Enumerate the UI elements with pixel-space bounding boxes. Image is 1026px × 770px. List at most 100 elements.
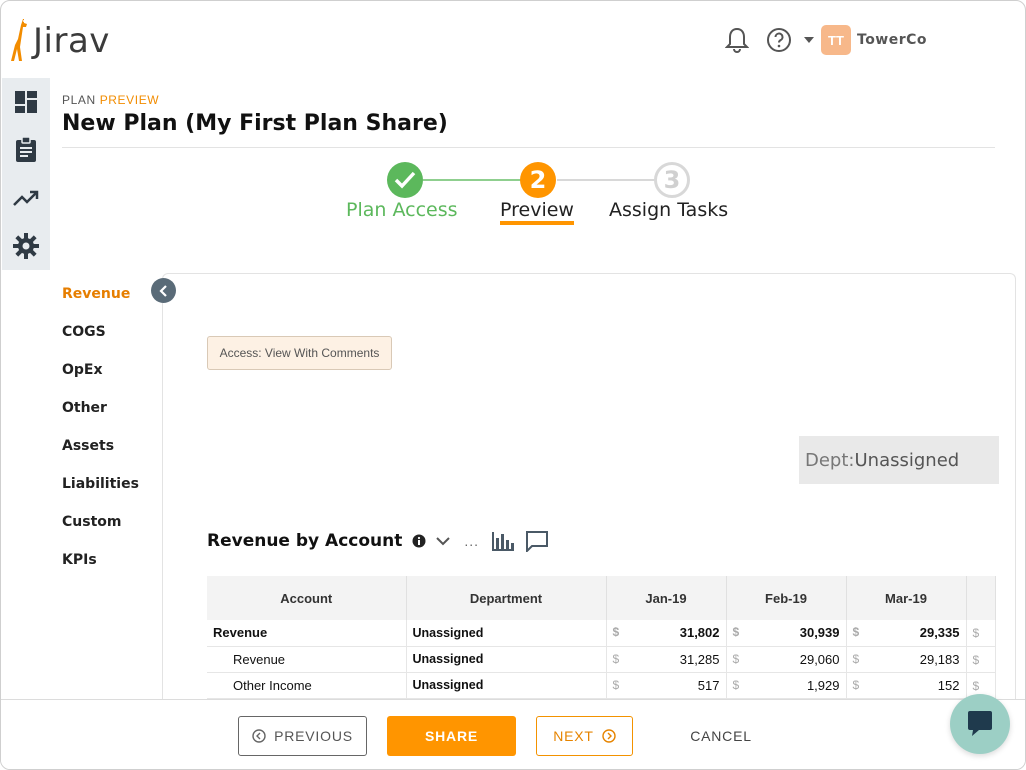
comment-icon[interactable] <box>525 530 549 552</box>
table-header-row: Account Department Jan-19 Feb-19 Mar-19 <box>207 576 996 620</box>
currency-symbol: $ <box>612 677 620 692</box>
value-cell[interactable]: $29,335 <box>846 620 967 647</box>
revenue-table: Account Department Jan-19 Feb-19 Mar-19 … <box>207 576 996 699</box>
value-text: 1,929 <box>806 677 840 693</box>
more-options[interactable]: ... <box>464 533 479 549</box>
column-header-overflow <box>966 576 996 620</box>
category-other[interactable]: Other <box>62 399 139 437</box>
currency-symbol: $ <box>852 651 860 666</box>
clipboard-icon <box>16 137 36 162</box>
table-row[interactable]: Revenue Unassigned $31,802 $30,939 $29,3… <box>207 620 996 647</box>
checkmark-icon <box>394 171 416 189</box>
value-text: 31,802 <box>679 625 720 641</box>
breadcrumb-prefix: PLAN <box>62 93 96 107</box>
category-assets[interactable]: Assets <box>62 437 139 475</box>
category-revenue[interactable]: Revenue <box>62 285 139 323</box>
currency-symbol: $ <box>732 625 740 640</box>
next-button[interactable]: NEXT <box>536 716 633 756</box>
step-2-label[interactable]: Preview <box>500 199 574 225</box>
share-button[interactable]: SHARE <box>387 716 516 756</box>
step-3-pending[interactable]: 3 <box>654 162 690 198</box>
bar-chart-icon[interactable] <box>491 530 515 552</box>
next-label: NEXT <box>553 728 594 744</box>
table-row[interactable]: Other Income Unassigned $517 $1,929 $152… <box>207 672 996 699</box>
category-cogs[interactable]: COGS <box>62 323 139 361</box>
step-1-complete[interactable] <box>387 162 423 198</box>
value-text: 30,939 <box>799 625 840 641</box>
value-text: 517 <box>697 677 720 693</box>
currency-symbol: $ <box>972 652 980 667</box>
chat-icon <box>968 711 992 736</box>
value-cell[interactable]: $152 <box>846 672 967 699</box>
currency-symbol: $ <box>612 625 620 640</box>
value-cell[interactable]: $1,929 <box>726 672 847 699</box>
collapse-nav-button[interactable] <box>151 278 176 303</box>
overflow-cell: $ <box>966 620 996 647</box>
cancel-button[interactable]: CANCEL <box>681 716 761 756</box>
value-text: 29,335 <box>919 625 960 641</box>
value-text: 152 <box>937 677 960 693</box>
category-kpis[interactable]: KPIs <box>62 551 139 589</box>
value-cell[interactable]: $30,939 <box>726 620 847 647</box>
currency-symbol: $ <box>732 651 740 666</box>
dept-filter[interactable]: Dept: Unassigned <box>799 436 999 484</box>
chevron-left-icon <box>158 284 167 297</box>
value-cell[interactable]: $31,802 <box>606 620 727 647</box>
dept-filter-label: Dept: <box>805 449 855 471</box>
column-header[interactable]: Department <box>406 576 607 620</box>
currency-symbol: $ <box>972 626 980 641</box>
category-opex[interactable]: OpEx <box>62 361 139 399</box>
category-custom[interactable]: Custom <box>62 513 139 551</box>
help-icon[interactable] <box>765 26 793 54</box>
caret-down-icon[interactable] <box>801 26 817 54</box>
column-header[interactable]: Account <box>207 576 407 620</box>
currency-symbol: $ <box>612 651 620 666</box>
info-icon[interactable] <box>412 534 426 548</box>
breadcrumb: PLAN PREVIEW <box>62 93 159 107</box>
jirav-logo[interactable]: Jirav <box>11 17 110 61</box>
arrow-right-circle-icon <box>602 729 616 743</box>
value-cell[interactable]: $31,285 <box>606 646 727 673</box>
department-cell: Unassigned <box>406 620 607 647</box>
account-cell: Other Income <box>207 672 407 699</box>
step-2-current[interactable]: 2 <box>520 162 556 198</box>
value-text: 29,060 <box>799 651 840 667</box>
step-3-label[interactable]: Assign Tasks <box>609 199 728 221</box>
app-name: Jirav <box>33 21 110 61</box>
page-title: New Plan (My First Plan Share) <box>62 111 448 136</box>
dept-filter-value: Unassigned <box>854 449 960 471</box>
currency-symbol: $ <box>732 677 740 692</box>
column-header[interactable]: Feb-19 <box>726 576 847 620</box>
sidebar-item-dashboard[interactable] <box>2 78 50 126</box>
dashboard-icon <box>15 91 37 113</box>
chevron-down-icon[interactable] <box>436 536 451 546</box>
notifications-bell-icon[interactable] <box>723 26 751 54</box>
currency-symbol: $ <box>972 678 980 693</box>
value-cell[interactable]: $29,060 <box>726 646 847 673</box>
account-cell: Revenue <box>207 620 407 647</box>
chat-widget-button[interactable] <box>950 694 1010 754</box>
account-cell: Revenue <box>207 646 407 673</box>
overflow-cell: $ <box>966 646 996 673</box>
value-cell[interactable]: $517 <box>606 672 727 699</box>
value-text: 31,285 <box>679 651 720 667</box>
value-cell[interactable]: $29,183 <box>846 646 967 673</box>
company-name[interactable]: TowerCo <box>857 32 927 48</box>
department-cell: Unassigned <box>406 672 607 699</box>
previous-label: PREVIOUS <box>274 728 353 744</box>
header-divider <box>62 147 995 148</box>
step-1-label[interactable]: Plan Access <box>346 199 458 221</box>
currency-symbol: $ <box>852 625 860 640</box>
department-cell: Unassigned <box>406 646 607 673</box>
access-badge: Access: View With Comments <box>207 336 392 370</box>
currency-symbol: $ <box>852 677 860 692</box>
avatar[interactable]: TT <box>821 25 851 55</box>
previous-button[interactable]: PREVIOUS <box>238 716 367 756</box>
column-header[interactable]: Jan-19 <box>606 576 727 620</box>
wizard-footer: PREVIOUS SHARE NEXT CANCEL <box>1 699 1025 769</box>
category-nav: Revenue COGS OpEx Other Assets Liabiliti… <box>62 285 139 589</box>
report-header: Revenue by Account ... <box>207 528 549 554</box>
category-liabilities[interactable]: Liabilities <box>62 475 139 513</box>
column-header[interactable]: Mar-19 <box>846 576 967 620</box>
table-row[interactable]: Revenue Unassigned $31,285 $29,060 $29,1… <box>207 646 996 673</box>
